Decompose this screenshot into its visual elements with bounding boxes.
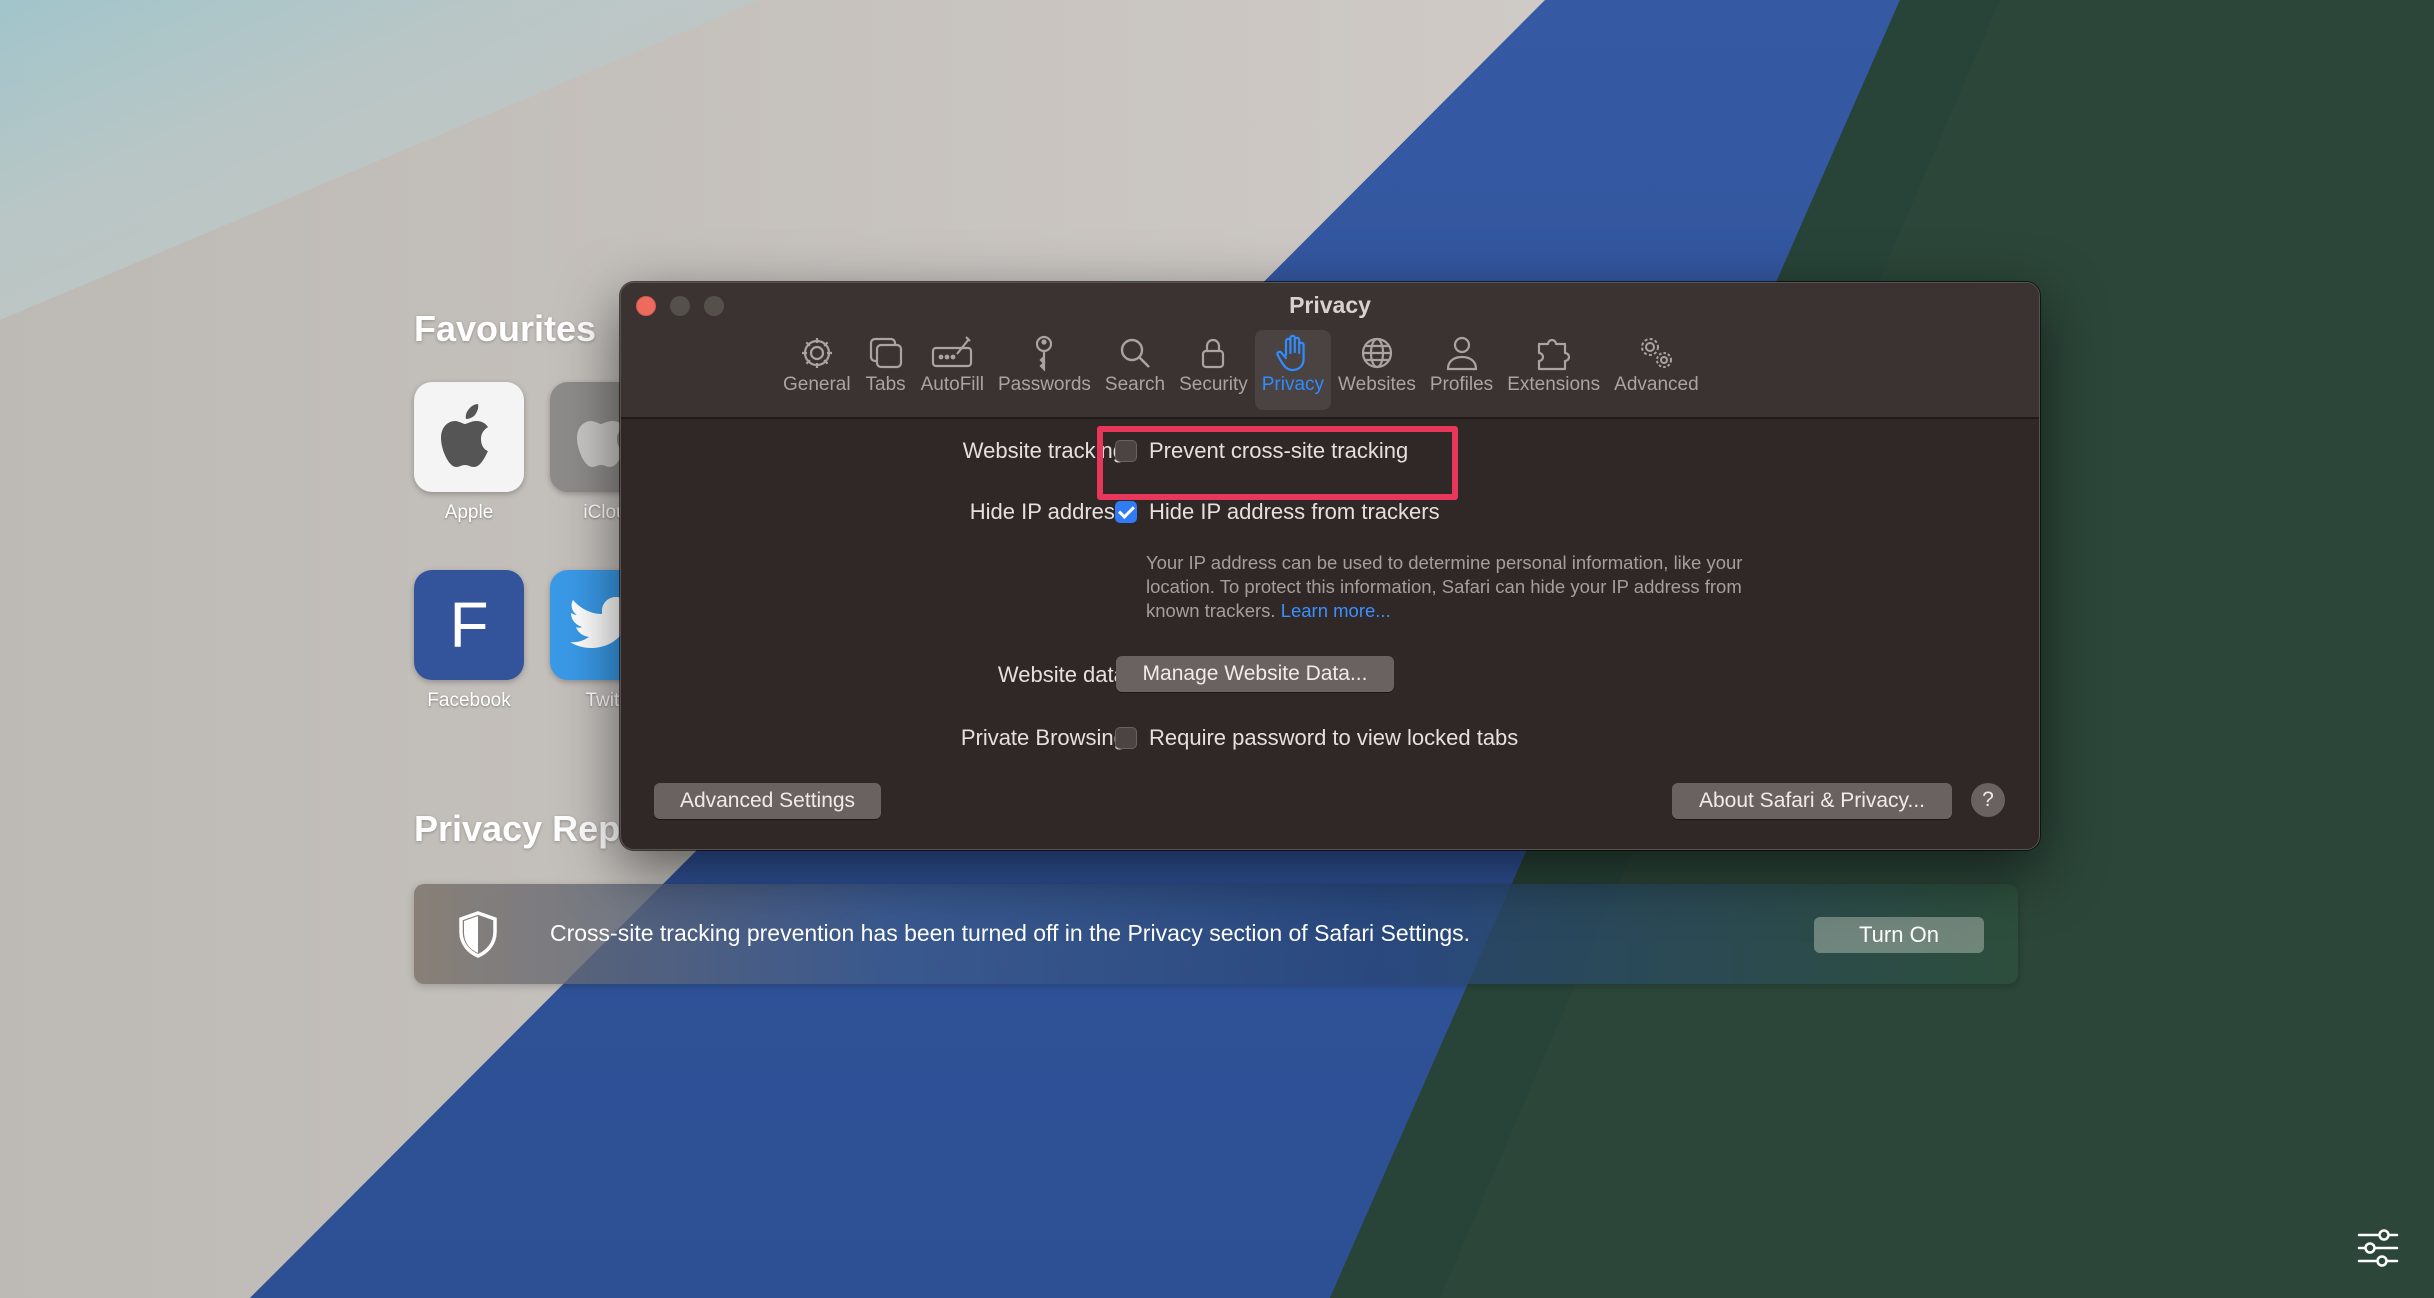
manage-website-data-button[interactable]: Manage Website Data...: [1116, 656, 1394, 692]
about-safari-privacy-button[interactable]: About Safari & Privacy...: [1672, 783, 1952, 819]
hide-ip-help-text: Your IP address can be used to determine…: [1146, 552, 1743, 621]
tab-label: Tabs: [865, 374, 906, 395]
favourite-facebook[interactable]: F: [414, 570, 524, 680]
require-password-checkbox[interactable]: [1115, 727, 1137, 749]
tab-label: Privacy: [1261, 374, 1325, 395]
gears-icon: [1641, 338, 1673, 368]
tab-tabs[interactable]: Tabs: [858, 330, 914, 410]
hide-ip-checkbox[interactable]: [1115, 501, 1137, 523]
tab-advanced[interactable]: Advanced: [1607, 330, 1706, 410]
globe-icon: [1361, 337, 1393, 369]
report-message: Cross-site tracking prevention has been …: [550, 920, 1471, 946]
favourites-title: Favourites: [414, 308, 597, 349]
gear-icon: [801, 338, 832, 368]
tab-label: Passwords: [997, 374, 1091, 395]
tab-privacy[interactable]: Privacy: [1254, 330, 1332, 410]
turn-on-button[interactable]: Turn On: [1814, 917, 1984, 953]
tab-search[interactable]: Search: [1098, 330, 1172, 410]
lock-icon: [1202, 338, 1225, 369]
tab-label: Search: [1104, 374, 1166, 395]
help-button[interactable]: ?: [1971, 783, 2005, 817]
tab-passwords[interactable]: Passwords: [991, 330, 1098, 410]
tab-label: Advanced: [1614, 374, 1699, 395]
favourite-label: Apple: [444, 502, 494, 523]
tab-profiles[interactable]: Profiles: [1423, 330, 1500, 410]
hide-ip-label: Hide IP address:: [969, 499, 1132, 524]
settings-window: Privacy General Tabs AutoFill Passwords …: [620, 282, 2040, 850]
customize-sliders-icon[interactable]: [2356, 1226, 2400, 1270]
window-title: Privacy: [1289, 292, 1371, 318]
magnifier-icon: [1120, 338, 1150, 368]
tab-label: AutoFill: [920, 374, 984, 395]
window-titlebar: Privacy General Tabs AutoFill Passwords …: [621, 283, 2039, 419]
learn-more-link[interactable]: Learn more...: [1281, 600, 1391, 621]
tab-label: Websites: [1338, 374, 1416, 395]
key-icon: [1036, 335, 1053, 372]
privacy-report-title: Privacy Rep: [414, 808, 621, 849]
facebook-letter: F: [449, 589, 489, 661]
tabs-icon: [869, 337, 902, 369]
tab-label: General: [783, 374, 851, 395]
hide-ip-help: Your IP address can be used to determine…: [1146, 551, 1746, 623]
tab-label: Extensions: [1507, 374, 1601, 395]
shield-icon: [459, 911, 497, 958]
highlight-annotation: [1097, 426, 1458, 500]
tab-label: Security: [1179, 374, 1248, 395]
favourite-label: Facebook: [427, 690, 511, 711]
website-data-label: Website data:: [997, 662, 1132, 687]
private-browsing-label: Private Browsing:: [960, 725, 1132, 750]
advanced-settings-button[interactable]: Advanced Settings: [654, 783, 881, 819]
tab-autofill[interactable]: AutoFill: [914, 330, 991, 410]
require-password-text[interactable]: Require password to view locked tabs: [1149, 725, 1518, 751]
tab-general[interactable]: General: [776, 330, 858, 410]
tab-label: Profiles: [1429, 374, 1494, 395]
autofill-icon: [932, 336, 973, 368]
hand-icon: [1276, 334, 1305, 372]
apple-logo-icon: [441, 404, 488, 467]
tab-security[interactable]: Security: [1172, 330, 1255, 410]
favourite-apple[interactable]: [414, 382, 524, 492]
privacy-report-banner: Cross-site tracking prevention has been …: [414, 884, 2018, 984]
hide-ip-text[interactable]: Hide IP address from trackers: [1149, 499, 1440, 525]
settings-toolbar: General Tabs AutoFill Passwords Search S…: [776, 330, 1706, 410]
person-icon: [1446, 336, 1477, 371]
tab-websites[interactable]: Websites: [1331, 330, 1423, 410]
puzzle-icon: [1537, 338, 1570, 371]
tab-extensions[interactable]: Extensions: [1500, 330, 1607, 410]
